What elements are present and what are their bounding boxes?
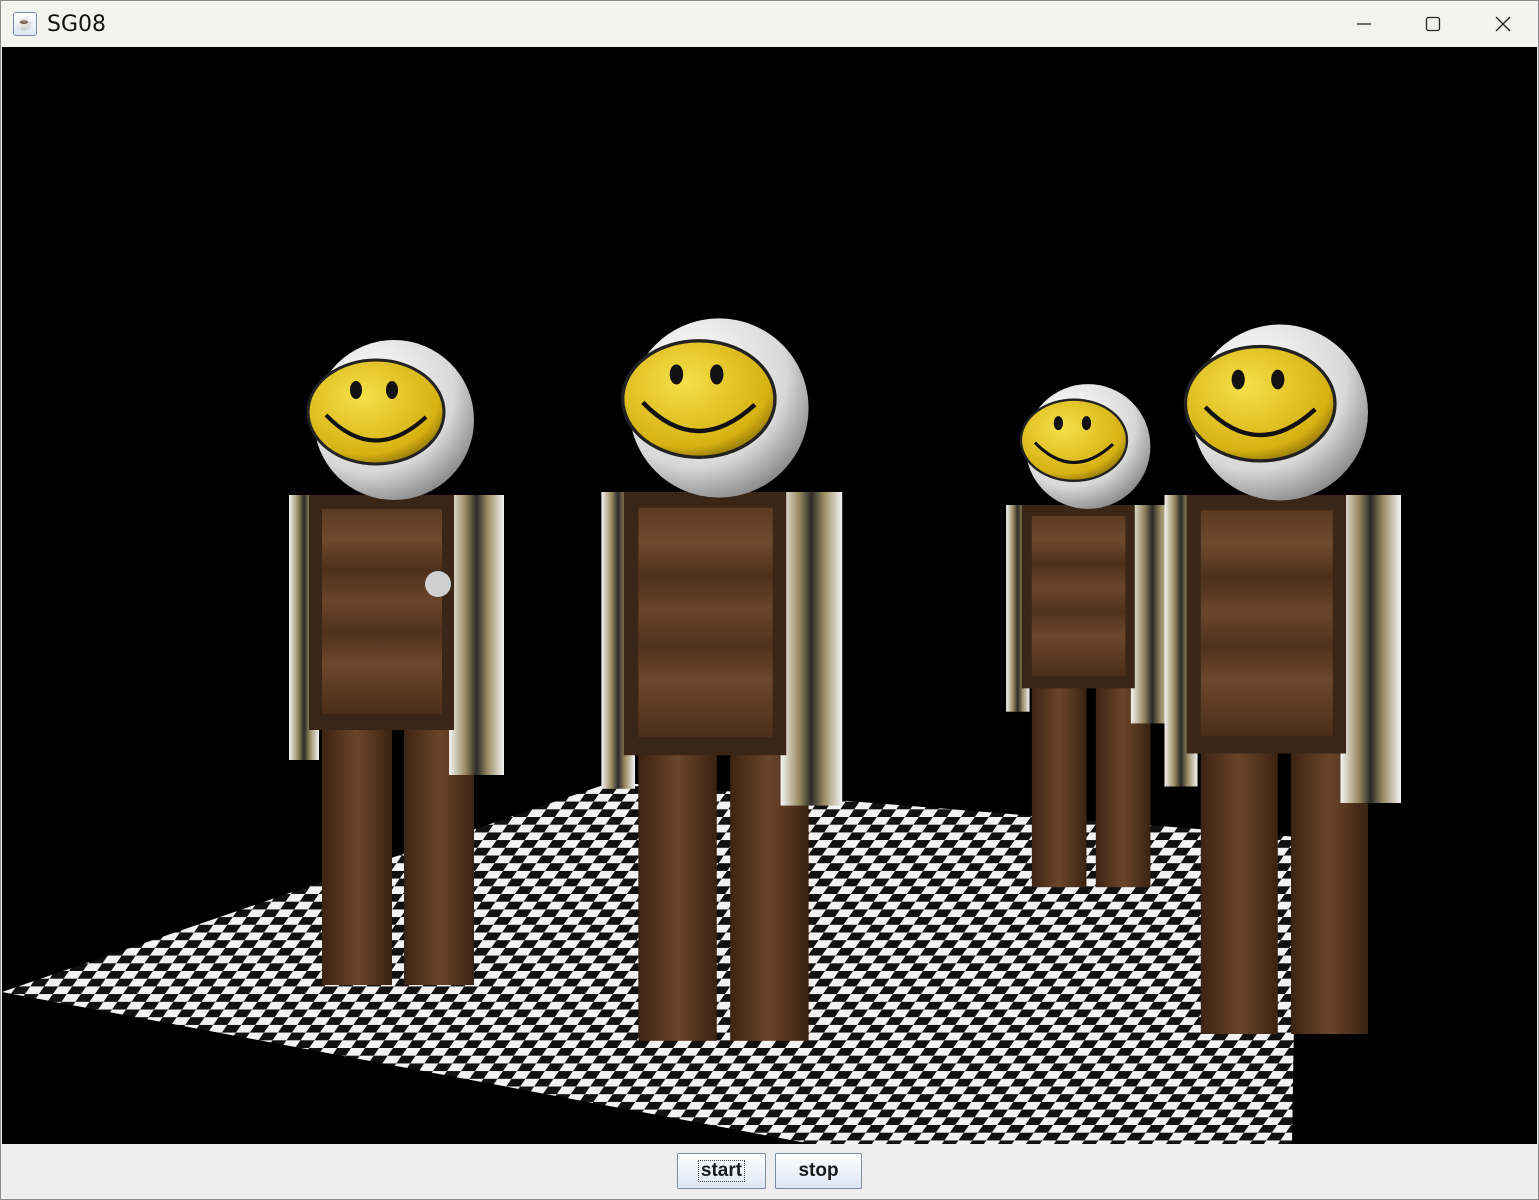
minimize-button[interactable] [1329,1,1399,47]
java-coffee-icon: ☕ [13,12,37,36]
3d-scene-canvas[interactable] [2,47,1537,1144]
stop-button[interactable]: stop [775,1153,862,1189]
scene-render [2,47,1537,1144]
title-bar[interactable]: ☕ SG08 [1,1,1538,47]
close-button[interactable] [1468,1,1538,47]
button-bar: start stop [1,1144,1538,1199]
window-title: SG08 [47,11,107,37]
stop-button-label: stop [798,1160,839,1181]
start-button[interactable]: start [677,1153,766,1189]
maximize-button[interactable] [1398,1,1468,47]
maximize-icon [1425,16,1441,32]
close-icon [1495,16,1511,32]
light-source-marker [425,571,451,597]
start-button-label: start [697,1160,746,1182]
figure-3 [1004,382,1176,889]
application-window: ☕ SG08 start stop [0,0,1539,1200]
minimize-icon [1357,23,1371,25]
